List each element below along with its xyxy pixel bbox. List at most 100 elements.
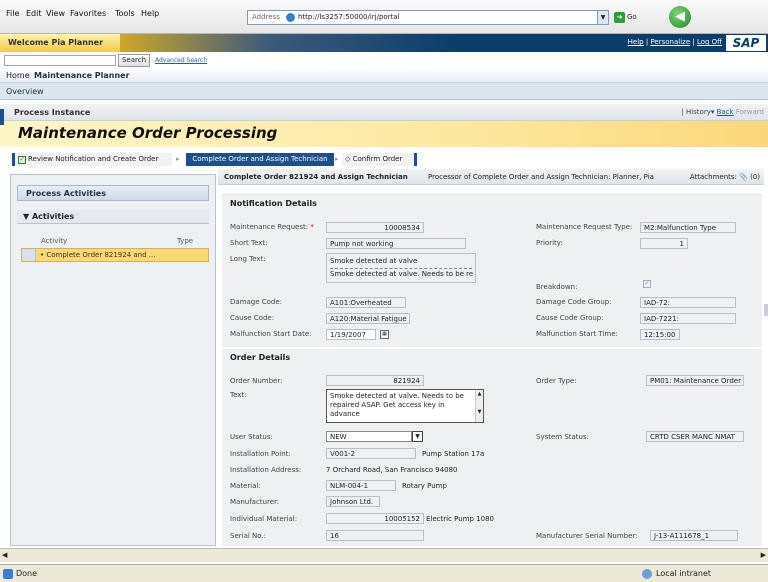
welcome-text: Welcome Pia Planner <box>0 34 120 52</box>
personalize-link[interactable]: Personalize <box>650 38 690 46</box>
malfunction-start-time-field[interactable]: 12:15:00 <box>640 329 680 340</box>
diamond-icon: ◇ <box>345 155 351 163</box>
calendar-icon[interactable]: ▦ <box>380 330 389 339</box>
advanced-search-link[interactable]: Advanced Search <box>155 57 207 64</box>
manufacturer-serial-field[interactable]: J-13-A111678_1 <box>650 530 738 541</box>
installation-point-field[interactable]: V001-2 <box>326 448 416 459</box>
step-complete-order[interactable]: Complete Order and Assign Technician <box>186 153 334 166</box>
help-link[interactable]: Help <box>628 38 644 46</box>
long-text-line-2: Smoke detected at valve. Needs to be re <box>330 268 474 278</box>
long-text-label: Long Text: <box>230 255 266 263</box>
go-label: Go <box>627 13 637 21</box>
activity-row[interactable]: • Complete Order 821924 and ... <box>21 248 209 262</box>
order-text-area[interactable]: Smoke detected at valve. Needs to be rep… <box>326 389 484 423</box>
short-text-field[interactable]: Pump not working <box>326 238 466 249</box>
step-label: Confirm Order <box>352 155 403 163</box>
system-status-field[interactable]: CRTD CSER MANC NMAT <box>646 431 744 442</box>
activities-header[interactable]: ▼ Activities <box>17 210 209 224</box>
search-button[interactable]: Search <box>118 54 150 67</box>
logoff-link[interactable]: Log Off <box>697 38 722 46</box>
activities-title: Activities <box>31 212 75 221</box>
manufacturer-field[interactable]: Johnson Ltd. <box>326 496 380 507</box>
damage-code-field[interactable]: A101:Overheated <box>326 297 406 308</box>
paperclip-icon[interactable]: 📎 <box>739 173 748 181</box>
serial-number-field[interactable]: 16 <box>326 530 424 541</box>
cause-code-field[interactable]: A120:Material Fatigue <box>326 313 410 324</box>
priority-field[interactable]: 1 <box>640 238 688 249</box>
go-button[interactable]: ➜ Go <box>614 10 644 25</box>
subnav-overview[interactable]: Overview <box>6 87 44 96</box>
individual-material-desc: Electric Pump 1080 <box>426 515 495 523</box>
activity-link[interactable]: • Complete Order 821924 and ... <box>40 251 155 259</box>
check-icon: ✓ <box>18 156 26 164</box>
text-label: Text: <box>230 391 247 399</box>
search-input[interactable] <box>4 55 116 66</box>
menu-edit[interactable]: Edit <box>26 9 42 18</box>
process-steps: ✓ Review Notification and Create Order ▸ … <box>0 151 768 316</box>
damage-code-group-field[interactable]: IAD-72: <box>640 297 736 308</box>
cause-code-group-field[interactable]: IAD-7221: <box>640 313 736 324</box>
address-dropdown-icon[interactable]: ▼ <box>597 11 608 24</box>
malfunction-start-date-label: Malfunction Start Date: <box>230 330 312 338</box>
order-text-value: Smoke detected at valve. Needs to be rep… <box>330 392 464 418</box>
process-activities-title: Process Activities <box>17 185 209 201</box>
horizontal-scrollbar[interactable]: ◀ ▶ <box>0 548 768 562</box>
history-link[interactable]: History <box>686 108 711 116</box>
user-status-label: User Status: <box>230 433 273 441</box>
individual-material-label: Individual Material: <box>230 515 298 523</box>
breakdown-label: Breakdown: <box>536 283 578 291</box>
dropdown-arrow-icon[interactable]: ▼ <box>412 431 423 442</box>
col-type: Type <box>177 237 194 245</box>
user-status-value: NEW <box>330 433 347 441</box>
activity-label: Complete Order 821924 and ... <box>46 251 156 259</box>
portal-header: Welcome Pia Planner Help | Personalize |… <box>0 34 768 52</box>
priority-label: Priority: <box>536 239 563 247</box>
installation-address-value: 7 Orchard Road, San Francisco 94080 <box>326 466 458 474</box>
address-url[interactable]: http://ls3257:50000/irj/portal <box>298 13 400 21</box>
status-done: Done <box>16 569 38 578</box>
malfunction-start-time-label: Malfunction Start Time: <box>536 330 618 338</box>
maintenance-request-field[interactable]: 10008534 <box>326 222 424 233</box>
collapse-triangle-icon: ▼ <box>23 212 30 221</box>
menu-favorites[interactable]: Favorites <box>70 9 106 18</box>
processor-text: Processor of Complete Order and Assign T… <box>428 173 654 181</box>
installation-address-label: Installation Address: <box>230 466 302 474</box>
top-nav: Home Maintenance Planner <box>0 68 768 83</box>
textarea-scrollbar[interactable]: ▲ ▼ <box>475 390 483 422</box>
scroll-left-icon[interactable]: ◀ <box>2 551 7 559</box>
breakdown-checkbox[interactable]: ✓ <box>643 280 651 288</box>
task-title: Complete Order 821924 and Assign Technic… <box>224 173 408 181</box>
history-nav: | History▾ Back Forward <box>681 108 764 116</box>
order-details-section: Order Details Order Number: 821924 Order… <box>222 349 762 546</box>
menu-tools[interactable]: Tools <box>115 9 135 18</box>
address-bar[interactable]: Address http://ls3257:50000/irj/portal ▼ <box>247 10 609 25</box>
order-type-field[interactable]: PM01: Maintenance Order <box>646 375 744 386</box>
material-field[interactable]: NLM-004-1 <box>326 480 396 491</box>
user-status-select[interactable]: NEW ▼ <box>326 431 423 442</box>
scroll-right-icon[interactable]: ▶ <box>761 551 766 559</box>
maintenance-request-type-field[interactable]: M2:Malfunction Type <box>640 222 736 233</box>
step-separator-icon: ▸ <box>176 155 180 163</box>
order-number-field[interactable]: 821924 <box>326 375 424 386</box>
cause-code-label: Cause Code: <box>230 314 275 322</box>
sub-nav: Overview <box>0 83 768 100</box>
step-confirm-order[interactable]: ◇ Confirm Order <box>342 153 417 166</box>
row-selector[interactable] <box>22 249 36 261</box>
material-desc: Rotary Pump <box>402 482 447 490</box>
attachments[interactable]: Attachments: 📎 (0) <box>690 173 760 181</box>
nav-maintenance-planner[interactable]: Maintenance Planner <box>34 71 130 80</box>
step-separator-icon: ▸ <box>335 155 339 163</box>
step-review-notification[interactable]: ✓ Review Notification and Create Order <box>12 153 172 166</box>
menu-file[interactable]: File <box>6 9 19 18</box>
process-instance-title: Process Instance <box>14 108 91 117</box>
go-arrow-icon: ➜ <box>614 11 625 23</box>
menu-view[interactable]: View <box>46 9 65 18</box>
malfunction-start-date-field[interactable]: 1/19/2007 <box>326 329 376 340</box>
long-text-field[interactable]: Smoke detected at valve Smoke detected a… <box>326 253 476 283</box>
back-arrow-icon[interactable]: ◀ <box>669 6 691 28</box>
menu-help[interactable]: Help <box>141 9 159 18</box>
nav-home[interactable]: Home <box>6 71 30 80</box>
back-link[interactable]: Back <box>717 108 734 116</box>
forward-link: Forward <box>735 108 764 116</box>
individual-material-field[interactable]: 10005152 <box>326 513 424 524</box>
